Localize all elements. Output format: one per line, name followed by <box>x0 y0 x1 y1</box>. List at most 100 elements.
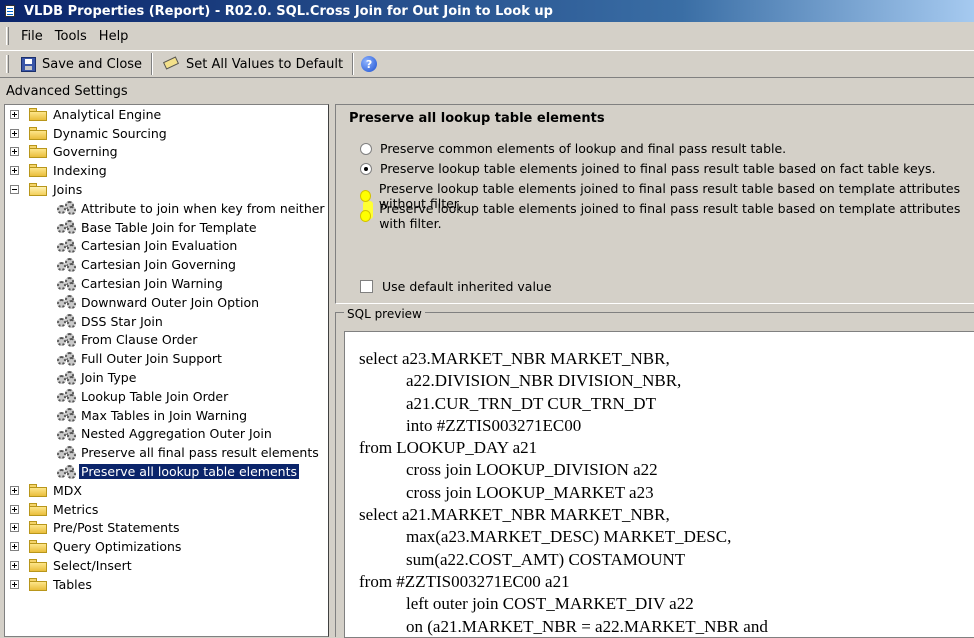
expand-icon[interactable] <box>10 147 19 157</box>
use-default-checkbox[interactable] <box>360 280 373 293</box>
tree-node-dynamic-sourcing[interactable]: Dynamic Sourcing <box>5 124 328 143</box>
save-and-close-button[interactable]: Save and Close <box>15 55 148 74</box>
tree-node-label: Dynamic Sourcing <box>53 125 167 141</box>
tree-node-analytical-engine[interactable]: Analytical Engine <box>5 105 328 124</box>
menu-help[interactable]: Help <box>93 27 135 46</box>
option-template-with-filter[interactable]: Preserve lookup table elements joined to… <box>360 201 974 231</box>
sql-preview-group: SQL preview select a23.MARKET_NBR MARKET… <box>335 307 974 638</box>
folder-icon <box>29 521 47 535</box>
radio-button[interactable] <box>360 210 372 222</box>
tree-leaf[interactable]: Base Table Join for Template <box>5 218 328 237</box>
gears-icon <box>57 238 77 253</box>
tree-leaf[interactable]: Max Tables in Join Warning <box>5 406 328 425</box>
tree-node-select-insert[interactable]: Select/Insert <box>5 556 328 575</box>
tree-leaf[interactable]: Downward Outer Join Option <box>5 293 328 312</box>
menu-file[interactable]: File <box>15 27 49 46</box>
expand-icon[interactable] <box>10 579 19 589</box>
tree-node-indexing[interactable]: Indexing <box>5 161 328 180</box>
option-label: Preserve lookup table elements joined to… <box>380 161 936 176</box>
sql-line: into #ZZTIS003271EC00 <box>406 415 582 435</box>
open-folder-icon <box>29 183 47 197</box>
document-icon <box>4 4 18 18</box>
gears-icon <box>57 220 77 235</box>
folder-icon <box>29 559 47 573</box>
tree-leaf-label: Max Tables in Join Warning <box>81 407 248 423</box>
collapse-icon[interactable] <box>10 185 19 195</box>
settings-tree[interactable]: Analytical Engine Dynamic Sourcing Gover… <box>4 104 329 637</box>
tree-leaf-label: Attribute to join when key from neither … <box>81 200 328 216</box>
tree-leaf-label: Base Table Join for Template <box>81 219 257 235</box>
option-preserve-common[interactable]: Preserve common elements of lookup and f… <box>360 141 786 156</box>
toolbar-separator <box>352 53 355 75</box>
folder-icon <box>29 126 47 140</box>
tree-leaf-label: Preserve all final pass result elements <box>81 445 319 461</box>
advanced-settings-label: Advanced Settings <box>6 84 128 99</box>
menu-tools[interactable]: Tools <box>49 27 93 46</box>
tree-leaf[interactable]: Lookup Table Join Order <box>5 387 328 406</box>
tree-node-joins[interactable]: Joins <box>5 180 328 199</box>
expand-icon[interactable] <box>10 523 19 533</box>
option-label: Preserve lookup table elements joined to… <box>379 201 961 231</box>
sql-line: cross join LOOKUP_DIVISION a22 <box>406 460 658 480</box>
sql-line: cross join LOOKUP_MARKET a23 <box>406 482 654 502</box>
tree-leaf-label: Full Outer Join Support <box>81 351 222 367</box>
sql-line: select a21.MARKET_NBR MARKET_NBR, <box>359 505 670 525</box>
tree-node-metrics[interactable]: Metrics <box>5 500 328 519</box>
menu-grip <box>6 27 9 45</box>
option-fact-table-keys[interactable]: Preserve lookup table elements joined to… <box>360 161 936 176</box>
save-icon <box>21 56 36 72</box>
tree-node-governing[interactable]: Governing <box>5 143 328 162</box>
tree-leaf-label: Nested Aggregation Outer Join <box>81 426 272 442</box>
tree-leaf[interactable]: Cartesian Join Governing <box>5 255 328 274</box>
help-icon[interactable]: ? <box>361 56 378 72</box>
menu-bar: File Tools Help <box>0 25 974 47</box>
expand-icon[interactable] <box>10 128 19 138</box>
setting-panel: Preserve all lookup table elements Prese… <box>335 104 974 304</box>
tree-leaf-selected[interactable]: Preserve all lookup table elements <box>5 462 328 481</box>
expand-icon[interactable] <box>10 542 19 552</box>
option-label: Preserve common elements of lookup and f… <box>380 141 787 156</box>
tree-leaf[interactable]: Join Type <box>5 368 328 387</box>
expand-icon[interactable] <box>10 166 19 176</box>
tree-leaf[interactable]: Nested Aggregation Outer Join <box>5 425 328 444</box>
tree-leaf[interactable]: Attribute to join when key from neither … <box>5 199 328 218</box>
gears-icon <box>57 351 77 366</box>
tree-node-mdx[interactable]: MDX <box>5 481 328 500</box>
gears-icon <box>57 295 77 310</box>
tree-leaf-label: DSS Star Join <box>81 313 163 329</box>
expand-icon[interactable] <box>10 485 19 495</box>
tree-node-pre-post[interactable]: Pre/Post Statements <box>5 519 328 538</box>
tree-leaf[interactable]: From Clause Order <box>5 331 328 350</box>
sql-preview-label: SQL preview <box>344 307 425 321</box>
tree-leaf-label: Lookup Table Join Order <box>81 388 229 404</box>
tree-leaf-label: Cartesian Join Evaluation <box>81 238 238 254</box>
tree-leaf[interactable]: Cartesian Join Evaluation <box>5 237 328 256</box>
radio-button[interactable] <box>360 142 372 155</box>
expand-icon[interactable] <box>10 109 19 119</box>
tree-node-label: MDX <box>53 482 82 498</box>
folder-icon <box>29 577 47 591</box>
set-all-defaults-label: Set All Values to Default <box>186 56 344 72</box>
radio-button-selected[interactable] <box>360 162 372 175</box>
tree-leaf[interactable]: Preserve all final pass result elements <box>5 443 328 462</box>
tree-node-label: Governing <box>53 144 118 160</box>
sql-preview-box[interactable]: select a23.MARKET_NBR MARKET_NBR, a22.DI… <box>344 331 974 638</box>
expand-icon[interactable] <box>10 504 19 514</box>
tree-leaf[interactable]: Cartesian Join Warning <box>5 274 328 293</box>
sql-line: left outer join COST_MARKET_DIV a22 <box>406 594 694 614</box>
set-all-defaults-button[interactable]: Set All Values to Default <box>156 55 349 74</box>
sql-line: on (a21.MARKET_NBR = a22.MARKET_NBR and <box>406 616 768 636</box>
expand-icon[interactable] <box>10 561 19 571</box>
tree-node-tables[interactable]: Tables <box>5 575 328 594</box>
sql-line: a21.CUR_TRN_DT CUR_TRN_DT <box>406 393 656 413</box>
gears-icon <box>57 408 77 423</box>
tree-leaf-label: Preserve all lookup table elements <box>78 463 300 481</box>
use-default-option[interactable]: Use default inherited value <box>360 279 552 294</box>
tree-node-label: Select/Insert <box>53 558 132 574</box>
tree-node-query-optimizations[interactable]: Query Optimizations <box>5 537 328 556</box>
tree-leaf[interactable]: Full Outer Join Support <box>5 349 328 368</box>
sql-line: select a23.MARKET_NBR MARKET_NBR, <box>359 349 670 368</box>
gears-icon <box>57 314 77 329</box>
tree-leaf-label: From Clause Order <box>81 332 198 348</box>
tree-leaf[interactable]: DSS Star Join <box>5 312 328 331</box>
